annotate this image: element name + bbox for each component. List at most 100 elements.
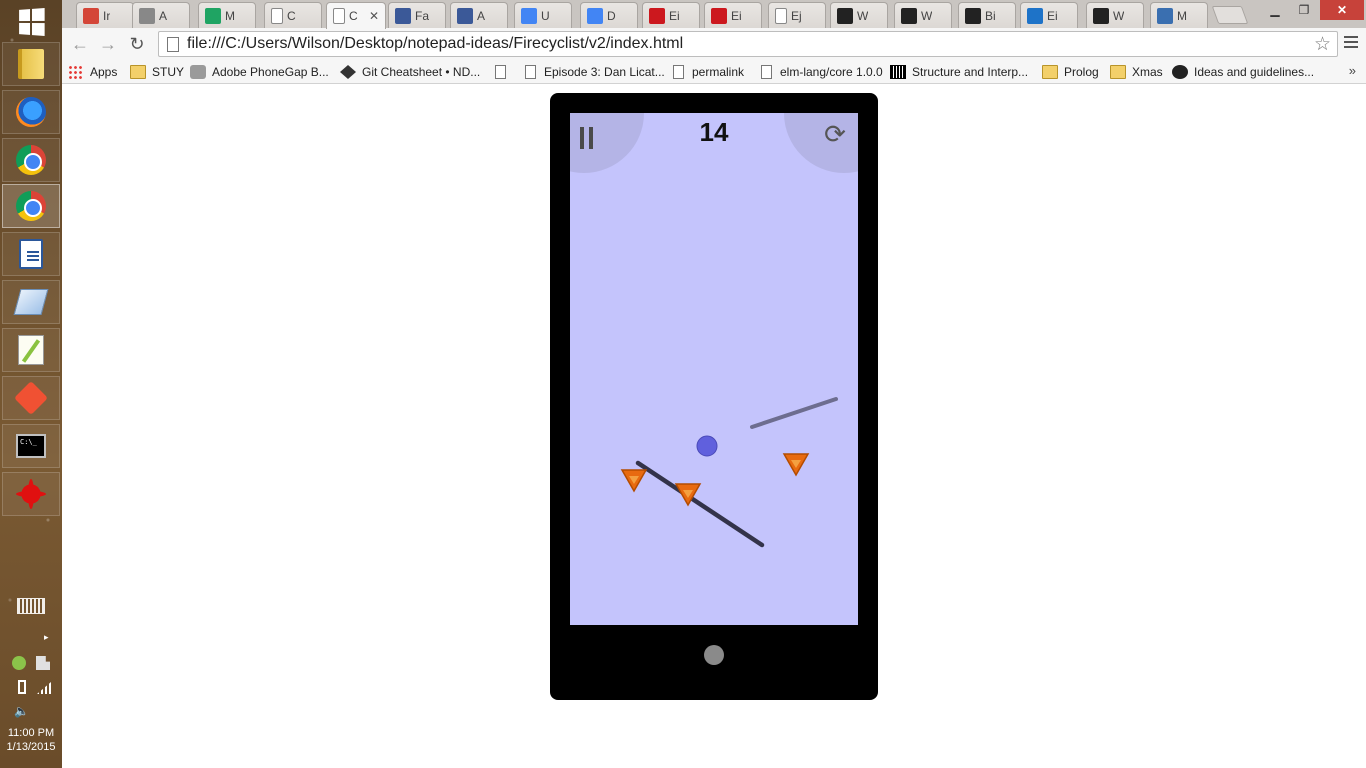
chrome-icon (16, 145, 46, 175)
start-button[interactable] (2, 0, 60, 44)
close-window-button[interactable]: ✕ (1320, 0, 1364, 20)
bookmark-label: elm-lang/core 1.0.0 (780, 65, 883, 79)
network-status-icon[interactable] (12, 656, 26, 670)
browser-tab[interactable]: U (514, 2, 572, 28)
phone-frame: ⟳ 14 (550, 93, 878, 700)
docs-icon (587, 7, 603, 24)
bookmark-label: Episode 3: Dan Licat... (544, 65, 665, 79)
page-viewport: ⟳ 14 (62, 85, 1366, 768)
bookmark-item[interactable]: Git Cheatsheet • ND... (340, 62, 480, 82)
ball (696, 435, 718, 457)
tab-title: D (607, 8, 616, 23)
chrome-menu-icon[interactable] (1344, 36, 1358, 48)
bookmark-item[interactable]: permalink (670, 62, 744, 82)
taskbar-splat-app[interactable] (2, 472, 60, 516)
browser-tab[interactable]: M (198, 2, 256, 28)
bookmark-star-icon[interactable]: ☆ (1314, 33, 1331, 56)
browser-tab[interactable]: Ej (768, 2, 826, 28)
bookmark-item[interactable]: STUY (130, 62, 184, 82)
browser-tab[interactable]: W (1086, 2, 1144, 28)
windows-logo-icon (19, 8, 45, 36)
show-hidden-icons-icon[interactable]: ▸ (44, 632, 49, 643)
browser-tab[interactable]: W (830, 2, 888, 28)
taskbar-document[interactable] (2, 232, 60, 276)
media-icon (965, 7, 981, 24)
taskbar-notepad-plus-plus[interactable] (2, 328, 60, 372)
moon-icon (1157, 7, 1173, 24)
browser-tab[interactable]: C ✕ (326, 2, 386, 29)
bookmark-item[interactable]: Structure and Interp... (890, 62, 1028, 82)
bookmark-item[interactable]: Xmas (1110, 62, 1163, 82)
tab-title: Fa (415, 8, 430, 23)
game-screen[interactable]: ⟳ 14 (570, 113, 858, 625)
tab-close-icon[interactable]: ✕ (369, 9, 379, 23)
taskbar-command-prompt[interactable] (2, 424, 60, 468)
url-text: file:///C:/Users/Wilson/Desktop/notepad-… (187, 35, 684, 52)
chrome-icon (16, 191, 46, 221)
touch-keyboard-icon[interactable] (17, 598, 45, 614)
tab-title: W (921, 8, 933, 23)
browser-tab[interactable]: A (450, 2, 508, 28)
bookmark-label: STUY (152, 65, 185, 79)
facebook-icon (395, 7, 411, 24)
tab-title: Ei (669, 8, 680, 23)
bookmark-item[interactable]: Prolog (1042, 62, 1099, 82)
new-tab-button[interactable] (1211, 6, 1249, 24)
taskbar-git[interactable] (2, 376, 60, 420)
browser-tab[interactable]: C (264, 2, 322, 28)
minimize-button[interactable]: ▁ (1260, 0, 1290, 20)
folder-icon (1110, 65, 1126, 79)
bookmark-item[interactable]: Adobe PhoneGap B... (190, 62, 329, 82)
taskbar-chrome-2[interactable] (2, 184, 60, 228)
back-button[interactable]: ← (68, 32, 92, 56)
browser-tab[interactable]: A (132, 2, 190, 28)
forward-button[interactable]: → (96, 32, 120, 56)
bookmark-item[interactable] (492, 62, 514, 82)
bookmark-label: permalink (692, 65, 745, 79)
tab-title: C (349, 9, 358, 23)
apps-icon (68, 65, 84, 79)
git-icon (14, 381, 48, 415)
volume-icon[interactable]: 🔈 (14, 704, 29, 718)
bookmark-item[interactable]: Apps (68, 62, 117, 82)
bookmark-item[interactable]: Ideas and guidelines... (1172, 62, 1314, 82)
drive-icon (205, 7, 221, 24)
tab-title: A (477, 8, 486, 23)
system-clock[interactable]: 11:00 PM 1/13/2015 (0, 726, 62, 754)
taskbar-firefox[interactable] (2, 90, 60, 134)
bookmark-item[interactable]: Episode 3: Dan Licat... (522, 62, 665, 82)
browser-tab[interactable]: Fa (388, 2, 446, 28)
bookmark-item[interactable]: elm-lang/core 1.0.0 (758, 62, 883, 82)
browser-tab[interactable]: Ei (1020, 2, 1078, 28)
github-icon (837, 7, 853, 24)
browser-tab[interactable]: Bi (958, 2, 1016, 28)
address-bar[interactable]: file:///C:/Users/Wilson/Desktop/notepad-… (158, 31, 1338, 57)
page-icon (761, 65, 772, 79)
more-bookmarks-button[interactable]: » (1349, 63, 1356, 78)
tab-title: Ei (731, 8, 742, 23)
firefox-icon (16, 97, 46, 127)
restore-button[interactable]: ❐ (1290, 0, 1318, 20)
action-center-flag-icon[interactable] (36, 656, 50, 670)
bookmark-label: Git Cheatsheet • ND... (362, 65, 481, 79)
browser-tab[interactable]: Ei (642, 2, 700, 28)
phone-home-button[interactable] (704, 645, 724, 665)
tab-title: Ei (1047, 8, 1058, 23)
pg-icon (190, 65, 206, 79)
windows-taskbar: ▸ 🔈 11:00 PM 1/13/2015 (0, 0, 62, 768)
browser-tab[interactable]: M (1150, 2, 1208, 28)
tab-title: Ir (103, 8, 111, 23)
battery-icon[interactable] (18, 680, 26, 694)
bookmark-label: Structure and Interp... (912, 65, 1029, 79)
youtube-icon (649, 7, 665, 24)
browser-tab[interactable]: W (894, 2, 952, 28)
docs-icon (521, 7, 537, 24)
taskbar-chrome-1[interactable] (2, 138, 60, 182)
reload-button[interactable]: ↻ (125, 32, 149, 56)
browser-tab[interactable]: Ei (704, 2, 762, 28)
taskbar-file-explorer[interactable] (2, 42, 60, 86)
browser-tab[interactable]: Ir (76, 2, 134, 28)
browser-tab[interactable]: D (580, 2, 638, 28)
signal-strength-icon[interactable] (37, 682, 51, 694)
taskbar-eraser[interactable] (2, 280, 60, 324)
